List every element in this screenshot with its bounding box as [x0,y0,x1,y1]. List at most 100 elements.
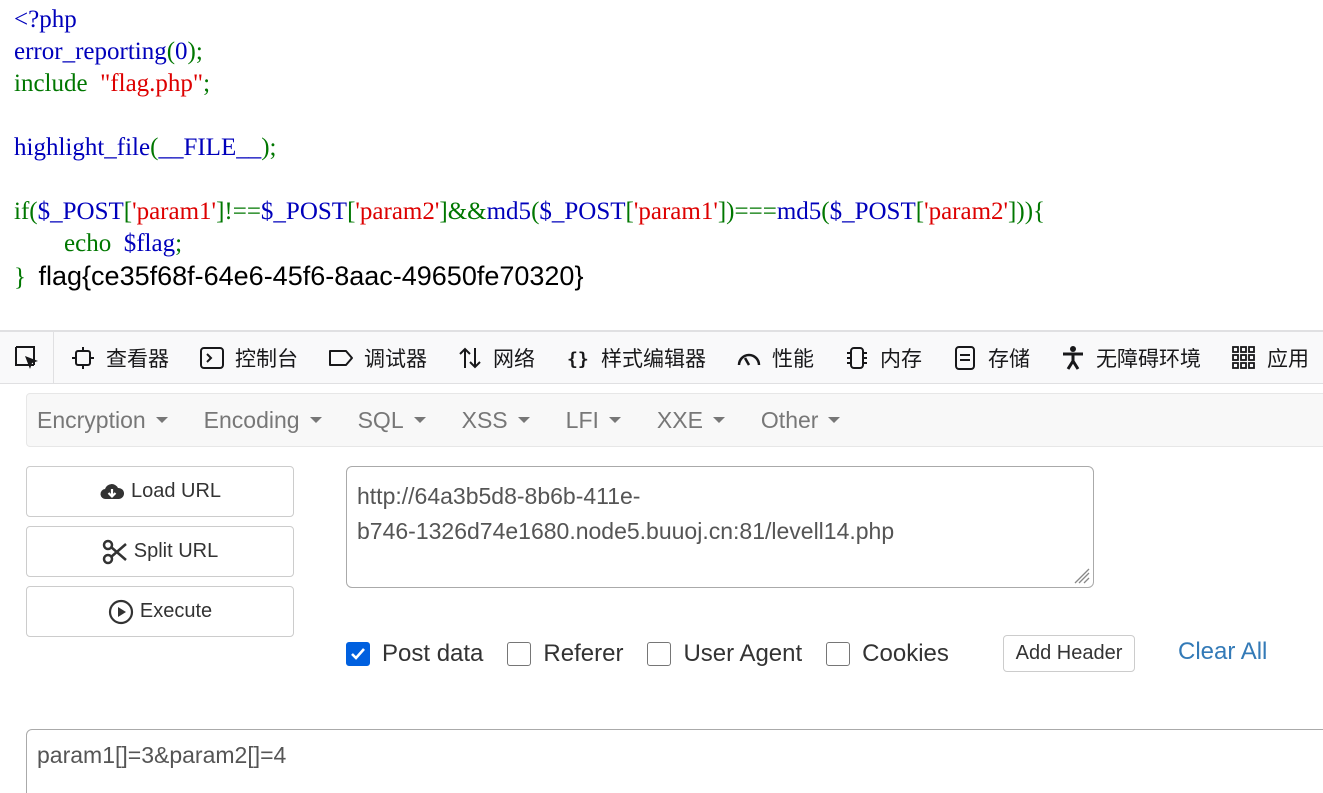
inspector-icon [70,345,96,371]
code-line-5: highlight_file(__FILE__); [14,132,1314,164]
referer-checkbox[interactable] [507,642,532,666]
load-url-label: Load URL [130,480,222,502]
storage-icon [952,345,978,371]
tab-label: 样式编辑器 [601,346,706,371]
code-func: md5 [776,198,822,225]
post-data-option[interactable]: Post data [346,640,483,668]
code-line-9: } flag{ce35f68f-64e6-45f6-8aac-49650fe70… [14,260,1314,292]
clear-all-link[interactable]: Clear All [1178,638,1267,666]
console-icon [199,345,225,371]
code-func: md5 [486,198,532,225]
tab-memory[interactable]: 内存 [828,332,936,383]
tab-console[interactable]: 控制台 [183,332,312,383]
caret-down-icon [155,417,168,423]
tab-label: 存储 [988,346,1030,371]
caret-down-icon [608,417,621,423]
php-open-tag: <?php [14,6,77,33]
load-url-button[interactable]: Load URL [26,466,294,517]
tab-network[interactable]: 网络 [441,332,549,383]
request-options: Post data Referer User Agent Cookies [346,634,973,674]
post-data-textarea[interactable]: param1[]=3&param2[]=4 [26,729,1323,793]
url-text-line-2: b746-1326d74e1680.node5.buuoj.cn:81/leve… [357,518,895,544]
element-picker-icon [14,345,38,369]
caret-down-icon [517,417,530,423]
code-string: 'param1' [633,198,718,225]
code-punct: } [14,264,26,291]
execute-button[interactable]: Execute [26,586,294,637]
code-string: 'param1' [132,198,217,225]
url-text-line-1: http://64a3b5d8-8b6b-411e- [357,483,641,509]
post-body-text: param1[]=3&param2[]=4 [37,742,287,768]
url-textarea[interactable]: http://64a3b5d8-8b6b-411e- b746-1326d74e… [346,466,1094,588]
code-var: $flag [123,230,176,257]
style-editor-icon: {} [565,345,591,371]
code-string: 'param2' [355,198,440,225]
play-circle-icon [108,599,134,625]
menu-xss[interactable]: XSS [462,407,542,434]
menu-label: Encoding [203,406,300,433]
code-var: $_POST [37,198,124,225]
user-agent-option[interactable]: User Agent [647,640,802,668]
scissors-icon [102,539,128,565]
network-icon [457,345,483,371]
devtools-toolbar: 查看器 控制台 调试器 网络 {} 样式编辑器 性能 内存 存储 无障碍环境 应… [0,330,1323,384]
execute-label: Execute [139,600,213,622]
post-data-checkbox[interactable] [346,642,370,666]
accessibility-icon [1060,345,1086,371]
tab-label: 网络 [493,346,535,371]
code-operator: !== [224,198,261,225]
code-punct: ; [203,70,211,97]
post-data-label: Post data [382,640,484,667]
menu-xxe[interactable]: XXE [657,407,737,434]
cloud-download-icon [99,479,125,505]
add-header-button[interactable]: Add Header [1003,635,1135,672]
tab-accessibility[interactable]: 无障碍环境 [1044,332,1215,383]
performance-icon [736,345,762,371]
tab-label: 无障碍环境 [1096,346,1201,371]
menu-encoding[interactable]: Encoding [204,407,334,434]
menu-encryption[interactable]: Encryption [37,407,180,434]
hackbar-menu: Encryption Encoding SQL XSS LFI XXE Othe… [26,393,1323,447]
caret-down-icon [712,417,725,423]
svg-text:{}: {} [567,349,589,370]
code-func: highlight_file [14,134,151,161]
menu-lfi[interactable]: LFI [566,407,633,434]
referer-option[interactable]: Referer [507,640,623,668]
code-string: 'param2' [924,198,1009,225]
tab-style-editor[interactable]: {} 样式编辑器 [549,332,720,383]
tab-storage[interactable]: 存储 [936,332,1044,383]
code-operator: === [734,198,777,225]
tab-label: 应用 [1267,346,1309,371]
code-string: "flag.php" [100,70,204,97]
tab-application[interactable]: 应用 [1215,332,1323,383]
split-url-button[interactable]: Split URL [26,526,294,577]
element-picker-button[interactable] [0,332,54,383]
menu-label: SQL [357,406,404,433]
code-punct: ); [187,38,203,65]
cookies-label: Cookies [862,640,949,667]
menu-label: XXE [656,406,703,433]
tab-label: 控制台 [235,346,298,371]
code-line-3: include "flag.php"; [14,68,1314,100]
menu-other[interactable]: Other [761,407,853,434]
cookies-option[interactable]: Cookies [826,640,949,668]
checkmark-icon [351,648,365,660]
memory-icon [844,345,870,371]
debugger-icon [328,345,354,371]
referer-label: Referer [543,640,624,667]
flag-output: flag{ce35f68f-64e6-45f6-8aac-49650fe7032… [38,261,584,291]
application-icon [1231,345,1257,371]
tab-debugger[interactable]: 调试器 [312,332,441,383]
cookies-checkbox[interactable] [826,642,851,666]
resize-grip-icon[interactable] [1074,568,1090,584]
menu-label: Other [760,406,819,433]
code-line-7: if($_POST['param1']!==$_POST['param2']&&… [14,198,1046,225]
menu-sql[interactable]: SQL [358,407,438,434]
menu-label: XSS [461,406,508,433]
code-func: error_reporting [14,38,167,65]
user-agent-checkbox[interactable] [647,642,672,666]
tab-inspector[interactable]: 查看器 [54,332,183,383]
tab-performance[interactable]: 性能 [720,332,828,383]
